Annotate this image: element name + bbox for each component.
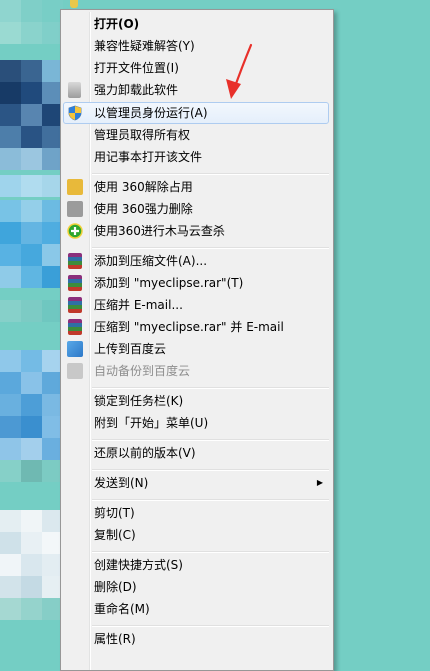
menu-item-label: 使用 360强力删除 bbox=[94, 202, 193, 216]
baidu-cloud-icon bbox=[67, 363, 83, 379]
menu-take-ownership[interactable]: 管理员取得所有权 bbox=[63, 124, 329, 146]
menu-send-to[interactable]: 发送到(N) ▶ bbox=[63, 472, 329, 494]
menu-item-label: 用记事本打开该文件 bbox=[94, 150, 203, 164]
menu-separator bbox=[92, 499, 329, 501]
menu-create-shortcut[interactable]: 创建快捷方式(S) bbox=[63, 554, 329, 576]
menu-item-label: 自动备份到百度云 bbox=[94, 364, 191, 378]
menu-item-label: 重命名(M) bbox=[94, 602, 150, 616]
360-unlock-icon bbox=[67, 179, 83, 195]
menu-item-label: 还原以前的版本(V) bbox=[94, 446, 196, 460]
context-menu: 打开(O) 兼容性疑难解答(Y) 打开文件位置(I) 强力卸载此软件 以管理员身… bbox=[60, 9, 334, 671]
menu-item-label: 强力卸载此软件 bbox=[94, 83, 179, 97]
menu-cut[interactable]: 剪切(T) bbox=[63, 502, 329, 524]
menu-item-label: 使用 360解除占用 bbox=[94, 180, 193, 194]
menu-item-label: 压缩并 E-mail... bbox=[94, 298, 183, 312]
360-shredder-icon bbox=[67, 201, 83, 217]
menu-item-label: 使用360进行木马云查杀 bbox=[94, 224, 225, 238]
menu-add-to-myeclipse-rar[interactable]: 添加到 "myeclipse.rar"(T) bbox=[63, 272, 329, 294]
menu-360-force-delete[interactable]: 使用 360强力删除 bbox=[63, 198, 329, 220]
menu-360-trojan-scan[interactable]: 使用360进行木马云查杀 bbox=[63, 220, 329, 242]
winrar-icon bbox=[68, 319, 82, 335]
menu-troubleshoot-compatibility[interactable]: 兼容性疑难解答(Y) bbox=[63, 35, 329, 57]
menu-item-label: 上传到百度云 bbox=[94, 342, 167, 356]
menu-force-uninstall[interactable]: 强力卸载此软件 bbox=[63, 79, 329, 101]
baidu-cloud-icon bbox=[67, 341, 83, 357]
menu-copy[interactable]: 复制(C) bbox=[63, 524, 329, 546]
menu-item-label: 兼容性疑难解答(Y) bbox=[94, 39, 195, 53]
menu-separator bbox=[92, 247, 329, 249]
folder-corner-icon bbox=[70, 0, 78, 8]
menu-item-label: 附到「开始」菜单(U) bbox=[94, 416, 209, 430]
menu-item-label: 打开文件位置(I) bbox=[94, 61, 179, 75]
menu-upload-baidu-cloud[interactable]: 上传到百度云 bbox=[63, 338, 329, 360]
menu-item-label: 管理员取得所有权 bbox=[94, 128, 191, 142]
menu-separator bbox=[92, 551, 329, 553]
menu-auto-backup-baidu-cloud: 自动备份到百度云 bbox=[63, 360, 329, 382]
menu-rename[interactable]: 重命名(M) bbox=[63, 598, 329, 620]
menu-pin-to-taskbar[interactable]: 锁定到任务栏(K) bbox=[63, 390, 329, 412]
menu-item-label: 创建快捷方式(S) bbox=[94, 558, 183, 572]
menu-separator bbox=[92, 387, 329, 389]
menu-item-label: 打开(O) bbox=[94, 17, 140, 31]
menu-item-label: 删除(D) bbox=[94, 580, 137, 594]
menu-pin-to-start[interactable]: 附到「开始」菜单(U) bbox=[63, 412, 329, 434]
menu-delete[interactable]: 删除(D) bbox=[63, 576, 329, 598]
menu-compress-and-email[interactable]: 压缩并 E-mail... bbox=[63, 294, 329, 316]
winrar-icon bbox=[68, 253, 82, 269]
submenu-arrow-icon: ▶ bbox=[316, 478, 323, 487]
menu-separator bbox=[92, 625, 329, 627]
menu-separator bbox=[92, 439, 329, 441]
menu-360-unlock[interactable]: 使用 360解除占用 bbox=[63, 176, 329, 198]
menu-item-label: 属性(R) bbox=[94, 632, 136, 646]
menu-item-label: 锁定到任务栏(K) bbox=[94, 394, 184, 408]
menu-item-label: 以管理员身份运行(A) bbox=[94, 106, 208, 120]
menu-item-label: 添加到 "myeclipse.rar"(T) bbox=[94, 276, 244, 290]
360-antivirus-icon bbox=[67, 223, 83, 239]
uac-shield-icon bbox=[68, 105, 82, 121]
recycle-bin-icon bbox=[68, 82, 81, 98]
menu-item-label: 复制(C) bbox=[94, 528, 136, 542]
winrar-icon bbox=[68, 297, 82, 313]
menu-separator bbox=[92, 173, 329, 175]
menu-item-label: 压缩到 "myeclipse.rar" 并 E-mail bbox=[94, 320, 284, 334]
menu-open-file-location[interactable]: 打开文件位置(I) bbox=[63, 57, 329, 79]
menu-open[interactable]: 打开(O) bbox=[63, 13, 329, 35]
menu-item-label: 添加到压缩文件(A)... bbox=[94, 254, 208, 268]
menu-properties[interactable]: 属性(R) bbox=[63, 628, 329, 650]
menu-separator bbox=[92, 469, 329, 471]
menu-item-label: 剪切(T) bbox=[94, 506, 135, 520]
winrar-icon bbox=[68, 275, 82, 291]
menu-run-as-admin[interactable]: 以管理员身份运行(A) bbox=[63, 102, 329, 124]
desktop-mosaic bbox=[0, 0, 63, 651]
menu-open-with-notepad[interactable]: 用记事本打开该文件 bbox=[63, 146, 329, 168]
menu-item-label: 发送到(N) bbox=[94, 476, 149, 490]
menu-restore-previous-versions[interactable]: 还原以前的版本(V) bbox=[63, 442, 329, 464]
menu-add-to-archive[interactable]: 添加到压缩文件(A)... bbox=[63, 250, 329, 272]
menu-compress-to-rar-and-email[interactable]: 压缩到 "myeclipse.rar" 并 E-mail bbox=[63, 316, 329, 338]
